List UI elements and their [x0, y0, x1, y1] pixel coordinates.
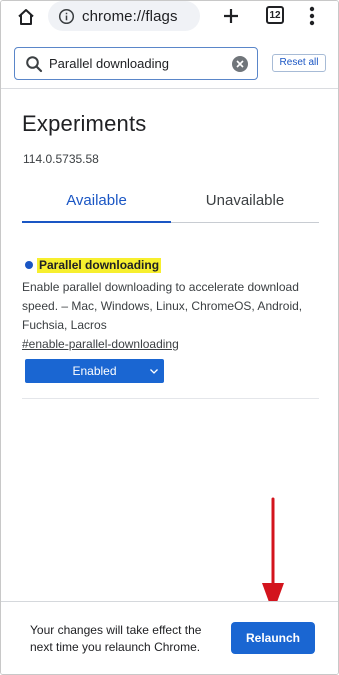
more-menu-icon[interactable]	[303, 5, 321, 27]
tab-count-label: 12	[269, 9, 281, 21]
modified-dot-icon	[25, 261, 33, 269]
tab-bar: Available Unavailable	[22, 187, 319, 223]
browser-toolbar: chrome://flags 12	[1, 1, 338, 35]
url-text: chrome://flags	[82, 7, 178, 25]
tab-unavailable[interactable]: Unavailable	[171, 187, 319, 221]
flag-state-value: Enabled	[72, 364, 117, 378]
tab-switcher-button[interactable]: 12	[266, 6, 284, 24]
screenshot-frame: chrome://flags 12 Parallel downloading R…	[0, 0, 339, 675]
page-title: Experiments	[22, 111, 147, 136]
tab-available[interactable]: Available	[22, 187, 171, 221]
annotation-arrow-icon	[262, 497, 284, 613]
relaunch-button[interactable]: Relaunch	[231, 622, 315, 654]
flag-permalink[interactable]: #enable-parallel-downloading	[22, 336, 319, 353]
selected-tab-indicator	[22, 221, 171, 223]
version-label: 114.0.5735.58	[23, 152, 99, 166]
reset-all-button[interactable]: Reset all	[272, 54, 326, 72]
search-icon	[26, 55, 43, 72]
flag-description: Enable parallel downloading to accelerat…	[22, 280, 303, 332]
home-icon[interactable]	[15, 6, 37, 28]
flag-entry: Parallel downloading Enable parallel dow…	[22, 257, 319, 383]
flag-name: Parallel downloading	[37, 257, 162, 273]
flags-search-header: Reset all	[1, 35, 338, 89]
flag-state-dropdown[interactable]: Enabled	[25, 359, 164, 383]
new-tab-icon[interactable]	[220, 5, 242, 27]
address-bar[interactable]: chrome://flags	[48, 1, 200, 31]
search-input[interactable]	[49, 53, 221, 74]
flag-divider	[22, 398, 319, 399]
flag-header: Parallel downloading	[22, 257, 319, 273]
info-icon[interactable]	[58, 8, 75, 25]
relaunch-message: Your changes will take effect the next t…	[30, 623, 202, 654]
search-box[interactable]	[14, 47, 258, 80]
chevron-down-icon	[150, 369, 158, 374]
clear-search-icon[interactable]	[232, 56, 248, 72]
relaunch-bar: Your changes will take effect the next t…	[1, 601, 338, 674]
